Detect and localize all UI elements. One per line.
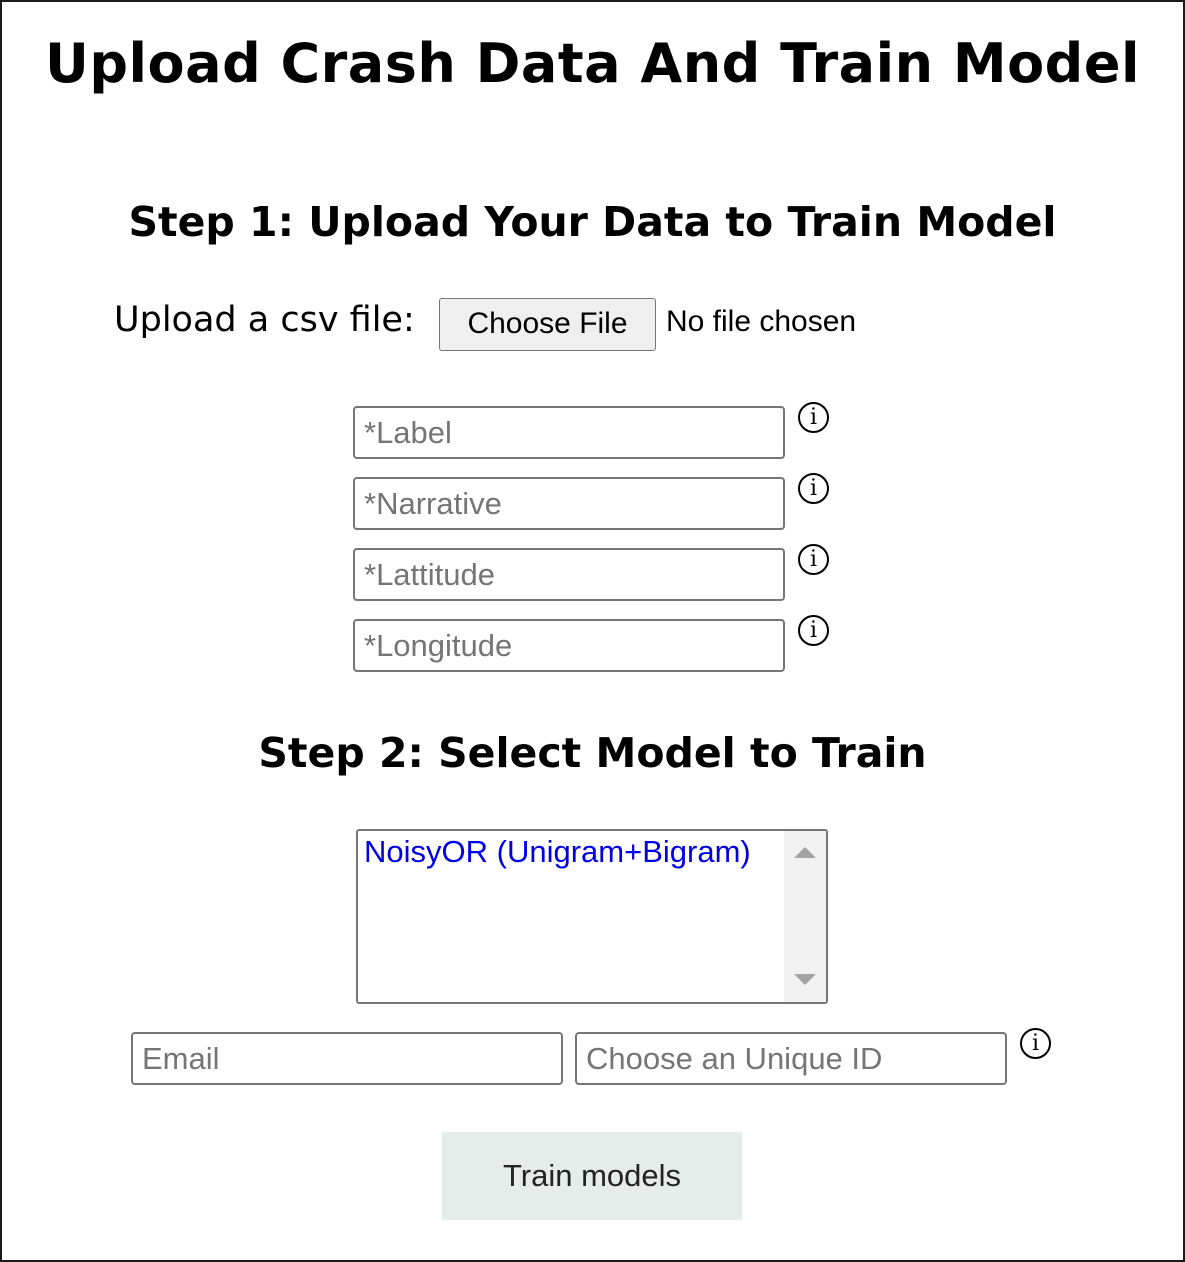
info-icon[interactable]: i xyxy=(798,402,829,433)
info-icon[interactable]: i xyxy=(1020,1028,1051,1059)
step2-heading: Step 2: Select Model to Train xyxy=(258,729,927,777)
train-models-button[interactable]: Train models xyxy=(442,1132,742,1220)
page-title: Upload Crash Data And Train Model xyxy=(45,32,1140,95)
model-option[interactable]: NoisyOR (Unigram+Bigram) xyxy=(364,834,751,870)
scroll-up-arrow-icon[interactable] xyxy=(794,847,816,858)
unique-id-field[interactable] xyxy=(575,1032,1007,1085)
model-select-list[interactable]: NoisyOR (Unigram+Bigram) xyxy=(356,829,828,1004)
email-field[interactable] xyxy=(131,1032,563,1085)
page-frame: Upload Crash Data And Train Model Step 1… xyxy=(0,0,1185,1262)
scroll-down-arrow-icon[interactable] xyxy=(794,974,816,985)
latitude-field[interactable] xyxy=(353,548,785,601)
step1-heading: Step 1: Upload Your Data to Train Model xyxy=(128,198,1057,246)
listbox-scrollbar[interactable] xyxy=(784,831,826,1002)
info-icon[interactable]: i xyxy=(798,615,829,646)
info-icon[interactable]: i xyxy=(798,544,829,575)
info-icon[interactable]: i xyxy=(798,473,829,504)
choose-file-button[interactable]: Choose File xyxy=(439,298,656,351)
narrative-field[interactable] xyxy=(353,477,785,530)
upload-csv-label: Upload a csv file: xyxy=(114,300,415,340)
label-field[interactable] xyxy=(353,406,785,459)
file-status-text: No file chosen xyxy=(666,305,857,338)
longitude-field[interactable] xyxy=(353,619,785,672)
